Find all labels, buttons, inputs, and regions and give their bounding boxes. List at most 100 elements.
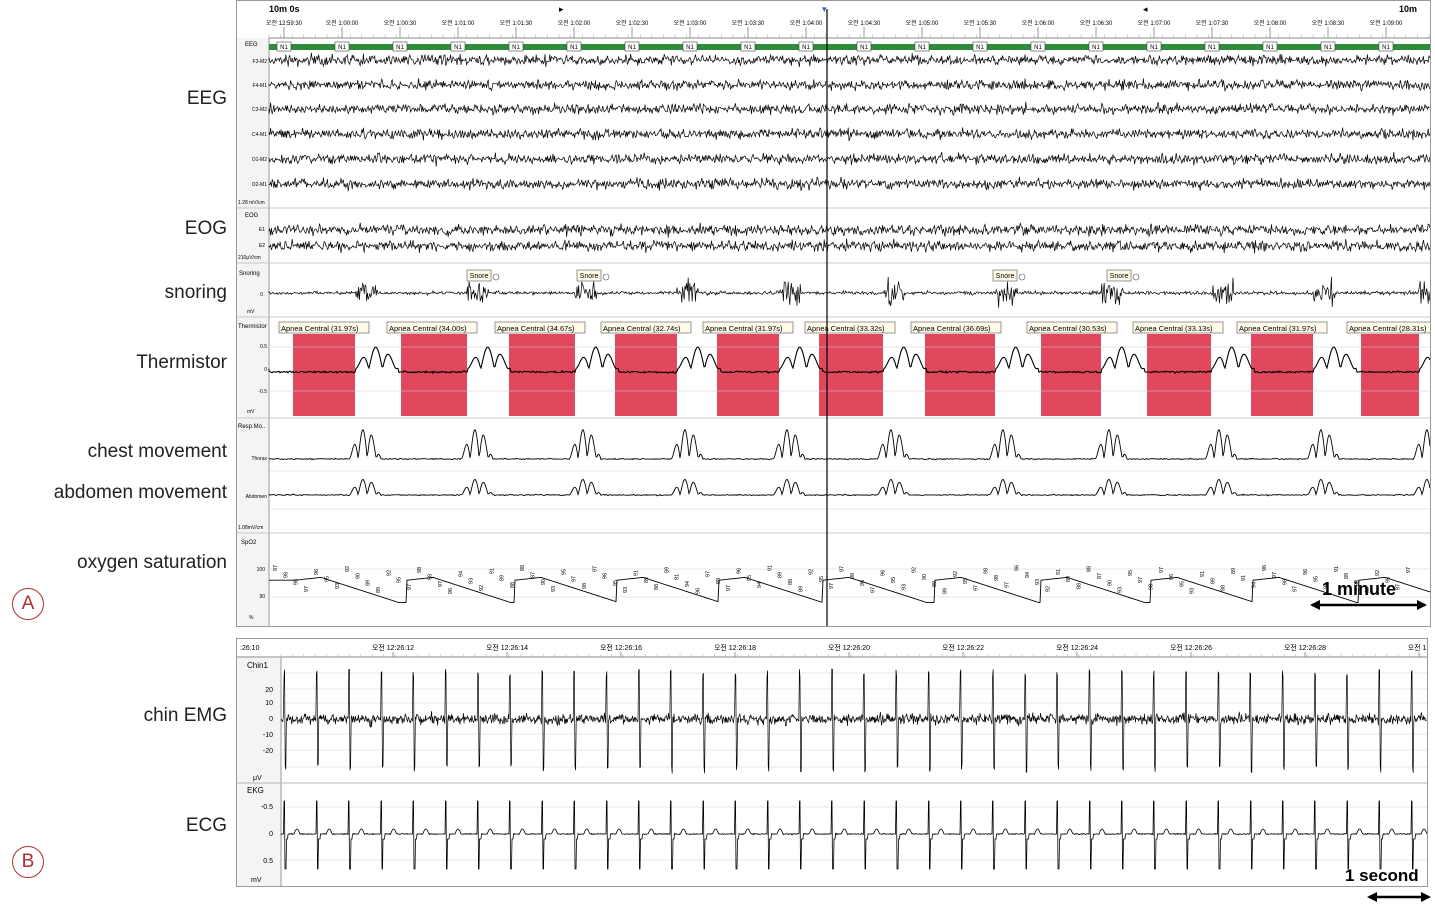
eeg-trace (268, 52, 1430, 68)
svg-text:N1: N1 (570, 45, 578, 51)
spo2-value-label: 97 (304, 586, 310, 592)
spo2-value-label: 96 (1303, 569, 1309, 575)
thermistor-channel-label: Thermistor (238, 324, 267, 330)
svg-text:Apnea Central (31.97s): Apnea Central (31.97s) (281, 324, 359, 333)
snore-event[interactable]: Snore (992, 269, 1026, 282)
time-tick-label: 오전 1:01:00 (442, 19, 475, 27)
nav-left-icon[interactable]: ▸ (559, 4, 564, 14)
stage-tag: N1 (1320, 41, 1336, 52)
spo2-value-label: 88 (1076, 583, 1082, 589)
eeg-ch-label: F3-M2 (253, 59, 268, 65)
hypnogram-bar (269, 44, 1430, 50)
svg-text:N1: N1 (744, 45, 752, 51)
emg-tick: 20 (265, 687, 273, 694)
time-tick-label: 오전 1:06:30 (1080, 19, 1113, 27)
snore-event[interactable]: Snore (576, 269, 610, 282)
spo2-value-label: 97 (706, 571, 712, 577)
apnea-central-event[interactable]: Apnea Central (33.32s) (804, 321, 896, 416)
time-tick-label: 오전 12:26:20 (828, 643, 870, 652)
spo2-value-label: 89 (376, 587, 382, 593)
eeg-trace (268, 77, 1430, 93)
eeg-trace (268, 127, 1430, 142)
spo2-value-label: 97 (726, 585, 732, 591)
duration-text: 10m 0s (269, 4, 300, 14)
svg-text:N1: N1 (1150, 45, 1158, 51)
spo2-value-label: 97 (1138, 577, 1144, 583)
time-tick-label: 오전 1:02:30 (616, 19, 649, 27)
eeg-trace (268, 176, 1430, 192)
spo2-value-label: 91 (1334, 566, 1340, 572)
spo2-value-label: 98 (984, 568, 990, 574)
time-tick-label: 오전 12:59:30 (266, 19, 303, 27)
svg-text:Apnea Central (34.67s): Apnea Central (34.67s) (497, 324, 575, 333)
spo2-value-label: 89 (1231, 568, 1237, 574)
snore-event[interactable]: Snore (466, 269, 500, 282)
ecg-label: ECG (185, 815, 227, 836)
eog-scale: 210μV/cm (238, 255, 261, 261)
time-tick-label: 오전 12 (1408, 643, 1427, 652)
spo2-value-label: 98 (283, 572, 289, 578)
ekg-channel-label: EKG (247, 786, 264, 795)
spo2-value-label: 97 (1272, 572, 1278, 578)
duration-right-text: 10m (1399, 4, 1417, 14)
signal-traces (280, 668, 1427, 870)
nav-right-icon[interactable]: ◂ (1143, 4, 1148, 14)
eeg-trace (268, 151, 1430, 167)
spo2-value-label: 92 (386, 570, 392, 576)
ekg-tick: 0 (269, 831, 273, 838)
spo2-value-label: 95 (963, 578, 969, 584)
stage-tag: N1 (1088, 41, 1104, 52)
spo2-value-label: 92 (345, 566, 351, 572)
time-tick-label: 오전 1:04:30 (848, 19, 881, 27)
panel-a-canvas: 10m 0s 10m ▸ ▾ ◂ 오전 12:59:30 오전 1:00:00 오전… (237, 1, 1430, 626)
spo2-value-label: 90 (922, 574, 928, 580)
spo2-value-label: 89 (932, 581, 938, 587)
spo2-value-label: 98 (417, 567, 423, 573)
ecg-trace (280, 800, 1427, 870)
spo2-value-label: 92 (479, 585, 485, 591)
spo2-value-label: 97 (273, 565, 279, 571)
stage-tag: N1 (914, 41, 930, 52)
spo2-value-label: 98 (1282, 579, 1288, 585)
spo2-value-label: 88 (1087, 566, 1093, 572)
spo2-value-label: 94 (757, 582, 763, 588)
spo2-value-label: 93 (1190, 588, 1196, 594)
apnea-central-event[interactable]: Apnea Central (30.53s) (1026, 321, 1118, 416)
spo2-value-label: 98 (294, 579, 300, 585)
svg-text:N1: N1 (1266, 45, 1274, 51)
time-tick-label: 오전 12:26:24 (1056, 643, 1098, 652)
svg-text:Apnea Central (34.00s): Apnea Central (34.00s) (389, 324, 467, 333)
cursor-marker-icon[interactable]: ▾ (822, 4, 827, 14)
svg-text:N1: N1 (1092, 45, 1100, 51)
resp-group-label: Resp.Mo.. (238, 424, 266, 430)
panel-a-marker: A (12, 588, 44, 620)
time-tick-label: 오전 1:08:30 (1312, 19, 1345, 27)
apnea-central-event[interactable]: Apnea Central (28.31s) (1346, 321, 1430, 416)
apnea-central-event[interactable]: Apnea Central (33.13s) (1132, 321, 1224, 416)
one-minute-text: 1 minute (1322, 579, 1396, 599)
stage-tag: N1 (624, 41, 640, 52)
spo2-value-label: 89 (500, 575, 506, 581)
time-tick-label: 오전 12:26:14 (486, 643, 528, 652)
snoring-unit: mV (247, 309, 255, 315)
stage-tag: N1 (566, 41, 582, 52)
stage-tag: N1 (334, 41, 350, 52)
spo2-label: oxygen saturation (77, 552, 227, 573)
apnea-central-event[interactable]: Apnea Central (34.00s) (386, 321, 478, 416)
resp-ch-label: Thorax (251, 456, 267, 462)
apnea-events: Apnea Central (31.97s) Apnea Central (34.… (278, 321, 1430, 416)
resp-ch-label: Abdomen (246, 494, 268, 500)
snore-event[interactable]: Snore (1106, 269, 1140, 282)
time-tick-label: 오전 1:05:30 (964, 19, 997, 27)
snoring-trace (268, 276, 1430, 308)
svg-text:N1: N1 (918, 45, 926, 51)
emg-tick: -20 (263, 748, 273, 755)
svg-text:Snore: Snore (580, 273, 599, 280)
spo2-value-label: 91 (1200, 571, 1206, 577)
spo2-value-label: 89 (943, 588, 949, 594)
spo2-value-label: 98 (716, 578, 722, 584)
stage-tag: N1 (1378, 41, 1394, 52)
svg-text:Apnea Central (36.69s): Apnea Central (36.69s) (913, 324, 991, 333)
spo2-value-label: 89 (1066, 576, 1072, 582)
spo2-value-label: 97 (438, 581, 444, 587)
